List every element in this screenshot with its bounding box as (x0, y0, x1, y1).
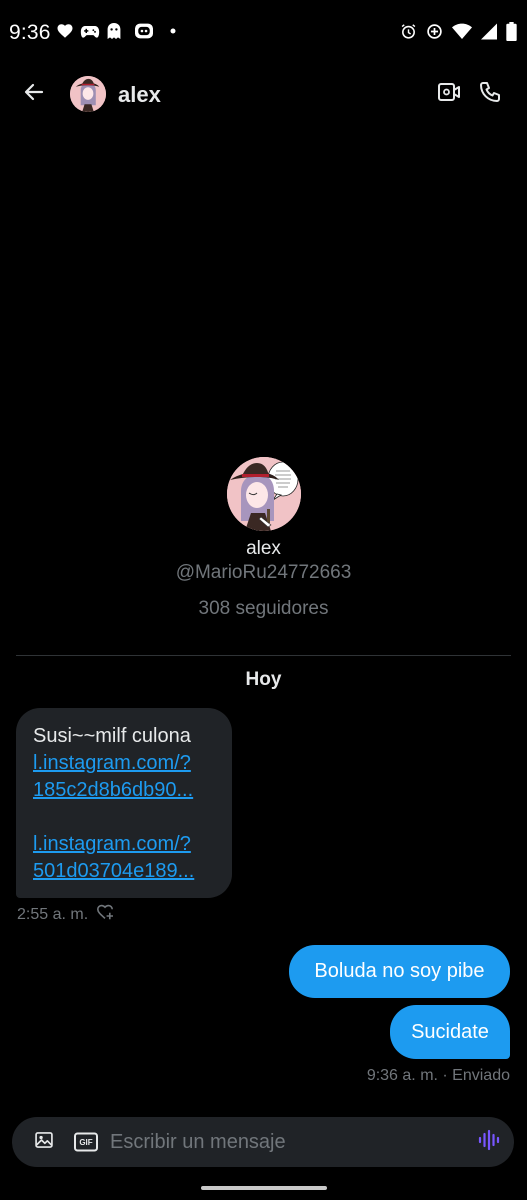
link-line: 185c2d8b6db90... (33, 779, 194, 801)
date-separator: Hoy (245, 669, 282, 690)
profile-avatar[interactable] (227, 457, 301, 531)
image-button[interactable] (32, 1130, 56, 1154)
profile-followers: 308 seguidores (198, 598, 329, 619)
video-call-button[interactable] (434, 79, 464, 109)
sent-message-bubble[interactable]: Boluda no soy pibe (289, 945, 510, 998)
profile-handle: @MarioRu24772663 (175, 562, 352, 583)
message-input[interactable] (110, 1117, 450, 1167)
wifi-icon (452, 23, 472, 40)
discord-icon (134, 22, 154, 40)
heart-icon (56, 22, 74, 40)
add-reaction-icon[interactable] (96, 904, 114, 925)
system-icons (400, 22, 517, 41)
status-time: 9:36 (9, 21, 51, 44)
dot-icon (170, 28, 176, 34)
link-line: l.instagram.com/? (33, 833, 191, 855)
status-bar: 9:36 (0, 0, 527, 64)
message-link[interactable]: l.instagram.com/? 501d03704e189... (33, 831, 216, 885)
alarm-icon (400, 23, 417, 40)
sent-message-bubble[interactable]: Sucidate (390, 1005, 510, 1059)
message-text: Boluda no soy pibe (314, 960, 485, 982)
profile-name: alex (246, 538, 281, 559)
message-link[interactable]: l.instagram.com/? 185c2d8b6db90... (33, 750, 216, 804)
message-text: Susi~~milf culona (33, 725, 191, 747)
data-saver-icon (426, 23, 443, 40)
voice-message-button[interactable] (476, 1129, 502, 1156)
link-line: l.instagram.com/? (33, 752, 191, 774)
message-timestamp: 2:55 a. m. (17, 905, 89, 923)
received-message-bubble[interactable]: Susi~~milf culona l.instagram.com/? 185c… (16, 708, 232, 898)
signal-icon (481, 23, 497, 40)
back-button[interactable] (18, 78, 50, 110)
ghost-icon (106, 22, 122, 40)
notification-icons (56, 22, 176, 40)
battery-icon (506, 22, 517, 41)
header-title[interactable]: alex (118, 82, 161, 108)
game-controller-icon (80, 22, 100, 40)
sent-message-meta: 9:36 a. m. · Enviado (366, 1067, 510, 1084)
gif-button[interactable]: GIF (74, 1131, 98, 1153)
conversation-header: alex (0, 64, 527, 126)
divider (16, 655, 511, 656)
received-message-meta: 2:55 a. m. (17, 904, 114, 925)
header-avatar[interactable] (70, 76, 106, 112)
video-call-icon (437, 81, 461, 108)
message-composer: GIF (12, 1117, 514, 1167)
voice-waveform-icon (478, 1129, 500, 1156)
message-text: Sucidate (411, 1020, 489, 1043)
link-line: 501d03704e189... (33, 860, 195, 882)
home-indicator[interactable] (201, 1186, 327, 1190)
image-icon (34, 1130, 54, 1155)
phone-icon (478, 80, 502, 109)
voice-call-button[interactable] (475, 79, 505, 109)
arrow-left-icon (22, 80, 46, 109)
gif-label: GIF (79, 1137, 93, 1147)
